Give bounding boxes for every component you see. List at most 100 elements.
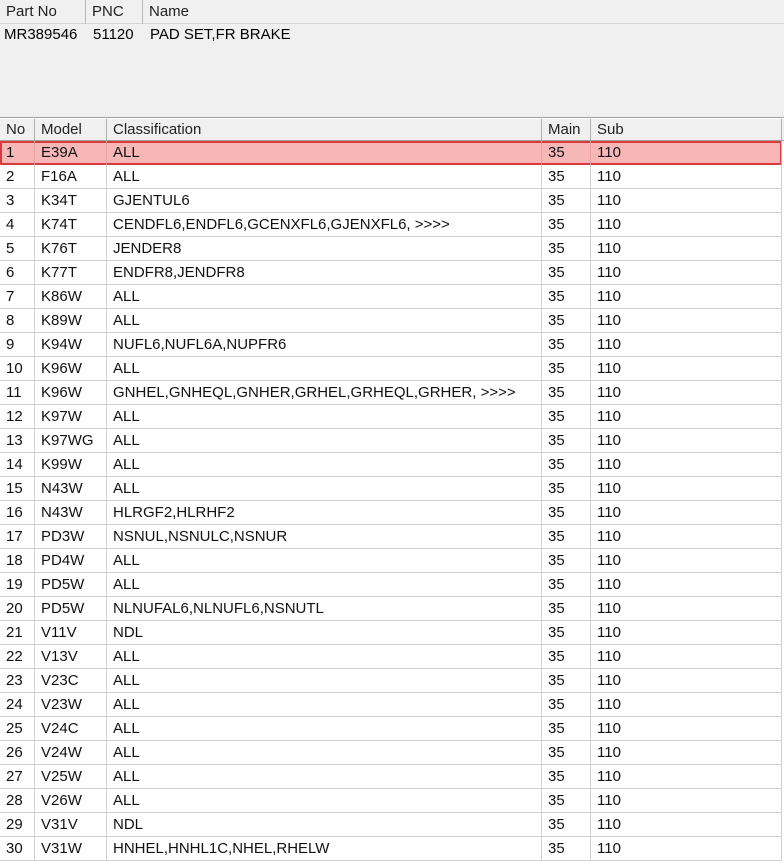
table-row[interactable]: 18 PD4W ALL 35 110	[0, 549, 782, 573]
cell-classification: ALL	[107, 477, 542, 501]
cell-sub: 110	[591, 381, 782, 405]
table-row[interactable]: 22 V13V ALL 35 110	[0, 645, 782, 669]
cell-model: K89W	[35, 309, 107, 333]
cell-main: 35	[542, 573, 591, 597]
grid-header: No Model Classification Main Sub	[0, 118, 784, 141]
cell-main: 35	[542, 501, 591, 525]
cell-model: K97WG	[35, 429, 107, 453]
cell-sub: 110	[591, 645, 782, 669]
cell-model: V31W	[35, 837, 107, 861]
cell-model: K97W	[35, 405, 107, 429]
cell-sub: 110	[591, 405, 782, 429]
cell-classification: ALL	[107, 165, 542, 189]
cell-no: 1	[0, 141, 35, 165]
table-row[interactable]: 13 K97WG ALL 35 110	[0, 429, 782, 453]
cell-sub: 110	[591, 549, 782, 573]
cell-sub: 110	[591, 357, 782, 381]
cell-no: 6	[0, 261, 35, 285]
cell-main: 35	[542, 189, 591, 213]
cell-model: K86W	[35, 285, 107, 309]
table-row[interactable]: 23 V23C ALL 35 110	[0, 669, 782, 693]
cell-classification: ALL	[107, 549, 542, 573]
table-row[interactable]: 26 V24W ALL 35 110	[0, 741, 782, 765]
cell-main: 35	[542, 141, 591, 165]
table-row[interactable]: 9 K94W NUFL6,NUFL6A,NUPFR6 35 110	[0, 333, 782, 357]
cell-model: E39A	[35, 141, 107, 165]
cell-classification: NUFL6,NUFL6A,NUPFR6	[107, 333, 542, 357]
table-row[interactable]: 2 F16A ALL 35 110	[0, 165, 782, 189]
cell-classification: GNHEL,GNHEQL,GNHER,GRHEL,GRHEQL,GRHER, >…	[107, 381, 542, 405]
table-row[interactable]: 17 PD3W NSNUL,NSNULC,NSNUR 35 110	[0, 525, 782, 549]
cell-classification: ALL	[107, 789, 542, 813]
table-row[interactable]: 15 N43W ALL 35 110	[0, 477, 782, 501]
cell-classification: ALL	[107, 645, 542, 669]
table-row[interactable]: 4 K74T CENDFL6,ENDFL6,GCENXFL6,GJENXFL6, >…	[0, 213, 782, 237]
cell-classification: NDL	[107, 621, 542, 645]
table-row[interactable]: 21 V11V NDL 35 110	[0, 621, 782, 645]
cell-no: 12	[0, 405, 35, 429]
cell-sub: 110	[591, 237, 782, 261]
column-header-classification[interactable]: Classification	[107, 119, 542, 141]
cell-sub: 110	[591, 165, 782, 189]
cell-main: 35	[542, 477, 591, 501]
cell-classification: ALL	[107, 669, 542, 693]
table-row[interactable]: 10 K96W ALL 35 110	[0, 357, 782, 381]
cell-no: 24	[0, 693, 35, 717]
cell-no: 30	[0, 837, 35, 861]
cell-main: 35	[542, 717, 591, 741]
table-row[interactable]: 29 V31V NDL 35 110	[0, 813, 782, 837]
table-row[interactable]: 14 K99W ALL 35 110	[0, 453, 782, 477]
part-name: PAD SET,FR BRAKE	[150, 26, 291, 43]
cell-main: 35	[542, 237, 591, 261]
table-row[interactable]: 27 V25W ALL 35 110	[0, 765, 782, 789]
cell-model: K99W	[35, 453, 107, 477]
cell-no: 10	[0, 357, 35, 381]
column-header-sub[interactable]: Sub	[591, 119, 782, 141]
cell-main: 35	[542, 741, 591, 765]
cell-classification: ALL	[107, 429, 542, 453]
table-row[interactable]: 24 V23W ALL 35 110	[0, 693, 782, 717]
column-header-no[interactable]: No	[0, 119, 35, 141]
cell-model: K77T	[35, 261, 107, 285]
table-row[interactable]: 7 K86W ALL 35 110	[0, 285, 782, 309]
column-header-model[interactable]: Model	[35, 119, 107, 141]
cell-no: 8	[0, 309, 35, 333]
cell-no: 27	[0, 765, 35, 789]
table-row[interactable]: 12 K97W ALL 35 110	[0, 405, 782, 429]
table-row[interactable]: 11 K96W GNHEL,GNHEQL,GNHER,GRHEL,GRHEQL,GR…	[0, 381, 782, 405]
cell-main: 35	[542, 837, 591, 861]
table-row[interactable]: 28 V26W ALL 35 110	[0, 789, 782, 813]
cell-main: 35	[542, 429, 591, 453]
cell-main: 35	[542, 645, 591, 669]
cell-sub: 110	[591, 501, 782, 525]
table-row[interactable]: 6 K77T ENDFR8,JENDFR8 35 110	[0, 261, 782, 285]
cell-sub: 110	[591, 285, 782, 309]
cell-classification: ALL	[107, 453, 542, 477]
table-row[interactable]: 16 N43W HLRGF2,HLRHF2 35 110	[0, 501, 782, 525]
cell-model: PD3W	[35, 525, 107, 549]
cell-no: 29	[0, 813, 35, 837]
column-header-pnc[interactable]: PNC	[86, 0, 143, 24]
cell-sub: 110	[591, 333, 782, 357]
part-info-row[interactable]: MR389546 51120 PAD SET,FR BRAKE	[0, 24, 784, 46]
cell-sub: 110	[591, 669, 782, 693]
cell-sub: 110	[591, 765, 782, 789]
cell-main: 35	[542, 333, 591, 357]
table-row[interactable]: 20 PD5W NLNUFAL6,NLNUFL6,NSNUTL 35 110	[0, 597, 782, 621]
table-row[interactable]: 19 PD5W ALL 35 110	[0, 573, 782, 597]
table-row[interactable]: 8 K89W ALL 35 110	[0, 309, 782, 333]
cell-model: K96W	[35, 357, 107, 381]
cell-model: K96W	[35, 381, 107, 405]
table-row[interactable]: 25 V24C ALL 35 110	[0, 717, 782, 741]
column-header-main[interactable]: Main	[542, 119, 591, 141]
cell-main: 35	[542, 285, 591, 309]
column-header-name[interactable]: Name	[143, 0, 784, 24]
part-info-header: Part No PNC Name	[0, 0, 784, 24]
cell-no: 11	[0, 381, 35, 405]
cell-sub: 110	[591, 573, 782, 597]
table-row[interactable]: 1 E39A ALL 35 110	[0, 141, 782, 165]
table-row[interactable]: 3 K34T GJENTUL6 35 110	[0, 189, 782, 213]
table-row[interactable]: 5 K76T JENDER8 35 110	[0, 237, 782, 261]
column-header-part-no[interactable]: Part No	[0, 0, 86, 24]
table-row[interactable]: 30 V31W HNHEL,HNHL1C,NHEL,RHELW 35 110	[0, 837, 782, 861]
